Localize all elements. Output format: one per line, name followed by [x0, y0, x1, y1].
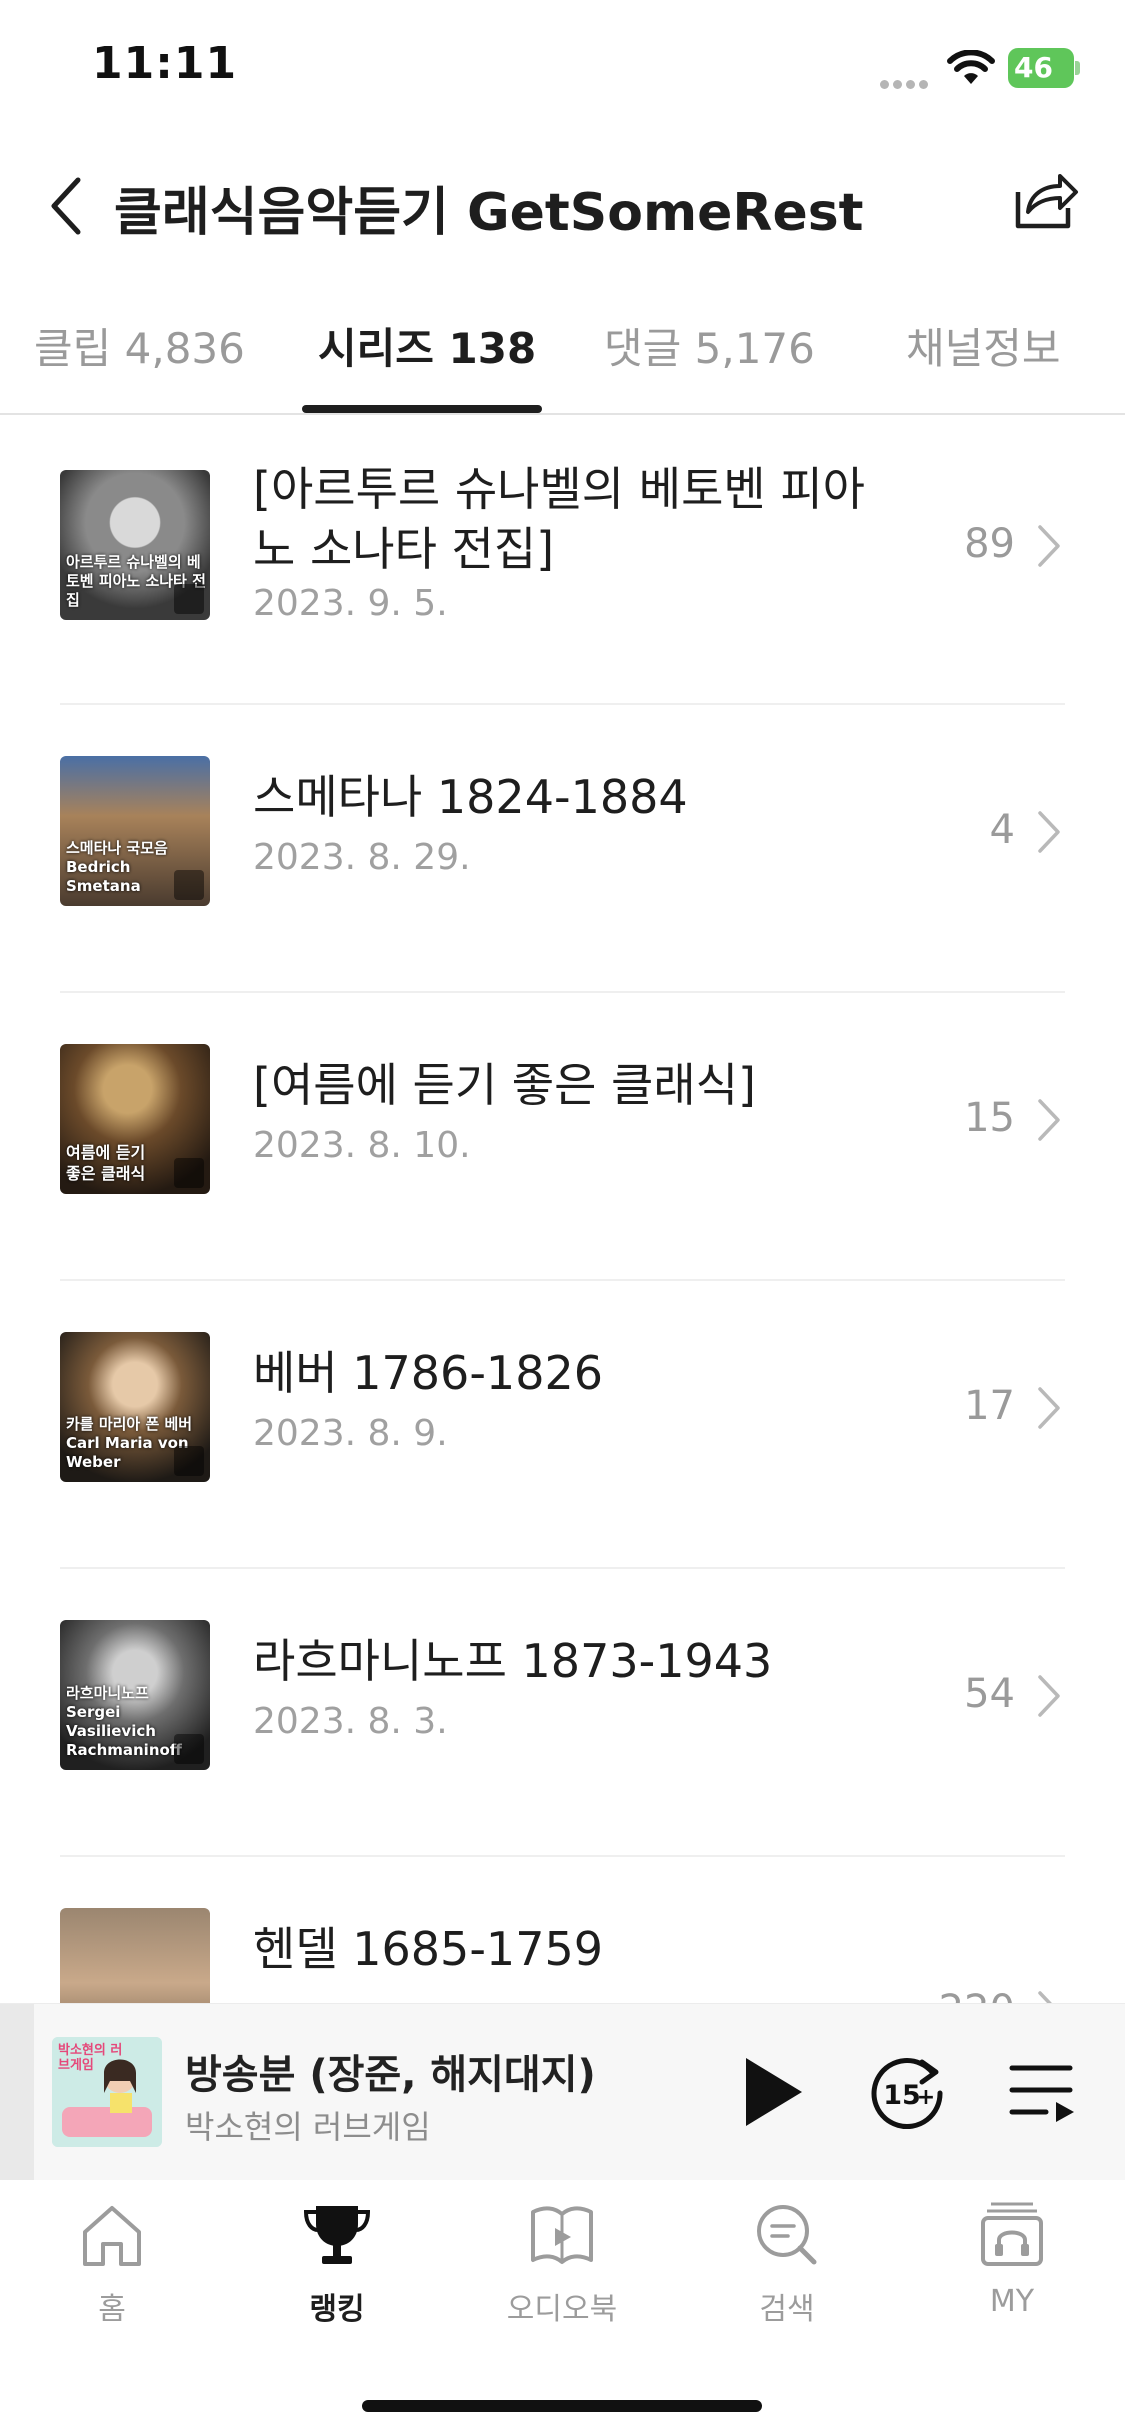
artwork-caption: 박소현의 러브게임 — [58, 2043, 123, 2073]
trophy-icon — [303, 2206, 371, 2264]
player-artwork: 박소현의 러브게임 — [52, 2037, 162, 2147]
episode-count: 17 — [964, 1383, 1015, 1429]
list-item[interactable]: 라흐마니노프 Sergei Vasilievich Rachmaninoff 라… — [0, 1569, 1125, 1857]
audiobook-icon — [531, 2206, 593, 2264]
tab-clips[interactable]: 클립 4,836 — [34, 315, 245, 376]
series-date: 2023. 8. 9. — [253, 1413, 448, 1454]
active-tab-indicator — [302, 405, 542, 413]
series-thumbnail: 여름에 듣기 좋은 클래식 — [60, 1044, 210, 1194]
series-title: 베버 1786-1826 — [253, 1346, 603, 1400]
nav-label: 검색 — [759, 2292, 815, 2327]
episode-count: 54 — [964, 1671, 1015, 1717]
status-bar: 11:11 46 — [0, 0, 1125, 140]
skip-forward-15-icon[interactable]: 15 + — [866, 2052, 948, 2134]
nav-label: MY — [989, 2284, 1035, 2319]
player-subtitle: 박소현의 러브게임 — [185, 2108, 431, 2146]
tab-channel-info[interactable]: 채널정보 — [906, 315, 1061, 376]
series-title: [여름에 듣기 좋은 클래식] — [253, 1058, 756, 1112]
play-icon[interactable] — [742, 2054, 806, 2130]
thumbnail-caption: 여름에 듣기 좋은 클래식 — [66, 1143, 146, 1183]
channel-tabs: 클립 4,836 시리즈 138 댓글 5,176 채널정보 — [0, 295, 1125, 415]
status-time: 11:11 — [92, 38, 238, 89]
series-date: 2023. 8. 29. — [253, 837, 471, 878]
chevron-right-icon — [1038, 811, 1060, 853]
bottom-nav: 홈 랭킹 오디오북 검색 MY — [0, 2180, 1125, 2436]
series-title: 스메타나 1824-1884 — [253, 770, 688, 824]
playlist-icon — [174, 584, 204, 614]
nav-label: 랭킹 — [309, 2292, 365, 2327]
search-icon — [757, 2205, 817, 2265]
battery-indicator: 46 — [1008, 48, 1080, 88]
series-date: 2023. 8. 10. — [253, 1125, 471, 1166]
episode-count: 89 — [964, 521, 1015, 567]
nav-item-audiobook[interactable]: 오디오북 — [482, 2200, 642, 2330]
nav-item-ranking[interactable]: 랭킹 — [257, 2200, 417, 2330]
header: 클래식음악듣기 GetSomeRest — [0, 140, 1125, 270]
wifi-icon — [947, 50, 995, 84]
series-thumbnail: 스메타나 국모음 Bedrich Smetana — [60, 756, 210, 906]
nav-item-search[interactable]: 검색 — [707, 2200, 867, 2330]
playlist-icon — [174, 870, 204, 900]
headphones-icon — [981, 2202, 1043, 2266]
player-handle — [0, 2004, 34, 2181]
svg-text:+: + — [917, 2085, 935, 2110]
playlist-icon — [174, 1446, 204, 1476]
series-thumbnail: 아르투르 슈나벨의 베토벤 피아노 소나타 전집 — [60, 470, 210, 620]
chevron-right-icon — [1038, 525, 1060, 567]
series-title: 라흐마니노프 1873-1943 — [253, 1634, 773, 1688]
share-icon[interactable] — [1010, 164, 1080, 234]
list-item[interactable]: 여름에 듣기 좋은 클래식 [여름에 듣기 좋은 클래식] 2023. 8. 1… — [0, 993, 1125, 1281]
svg-text:15: 15 — [883, 2080, 921, 2111]
series-title: 헨델 1685-1759 — [253, 1922, 603, 1976]
player-title: 방송분 (장준, 해지대지) — [185, 2052, 596, 2098]
series-thumbnail: 라흐마니노프 Sergei Vasilievich Rachmaninoff — [60, 1620, 210, 1770]
chevron-right-icon — [1038, 1387, 1060, 1429]
chevron-right-icon — [1038, 1099, 1060, 1141]
nav-item-home[interactable]: 홈 — [32, 2200, 192, 2330]
home-indicator — [362, 2400, 762, 2412]
battery-level: 46 — [1014, 51, 1053, 84]
episode-count: 15 — [964, 1095, 1015, 1141]
signal-icon — [880, 74, 932, 89]
list-item[interactable]: 카를 마리아 폰 베버 Carl Maria von Weber 베버 1786… — [0, 1281, 1125, 1569]
series-date: 2023. 8. 3. — [253, 1701, 448, 1742]
list-item[interactable]: 아르투르 슈나벨의 베토벤 피아노 소나타 전집 [아르투르 슈나벨의 베토벤 … — [0, 417, 1125, 705]
nav-label: 홈 — [98, 2292, 126, 2327]
playlist-icon — [174, 1734, 204, 1764]
back-icon[interactable] — [46, 174, 86, 238]
list-item[interactable]: 스메타나 국모음 Bedrich Smetana 스메타나 1824-1884 … — [0, 705, 1125, 993]
nav-item-my[interactable]: MY — [932, 2200, 1092, 2330]
page-title: 클래식음악듣기 GetSomeRest — [114, 183, 864, 243]
tab-series[interactable]: 시리즈 138 — [318, 315, 536, 376]
playlist-icon — [174, 1158, 204, 1188]
series-thumbnail: 카를 마리아 폰 베버 Carl Maria von Weber — [60, 1332, 210, 1482]
mini-player[interactable]: 박소현의 러브게임 방송분 (장준, 해지대지) 박소현의 러브게임 15 + — [0, 2003, 1125, 2181]
chevron-right-icon — [1038, 1675, 1060, 1717]
series-title: [아르투르 슈나벨의 베토벤 피아노 소나타 전집] — [253, 462, 865, 576]
playlist-queue-icon[interactable] — [1008, 2060, 1078, 2124]
series-date: 2023. 9. 5. — [253, 583, 448, 624]
episode-count: 4 — [989, 807, 1015, 853]
home-icon — [83, 2206, 141, 2266]
tab-comments[interactable]: 댓글 5,176 — [604, 315, 815, 376]
nav-label: 오디오북 — [506, 2292, 618, 2327]
